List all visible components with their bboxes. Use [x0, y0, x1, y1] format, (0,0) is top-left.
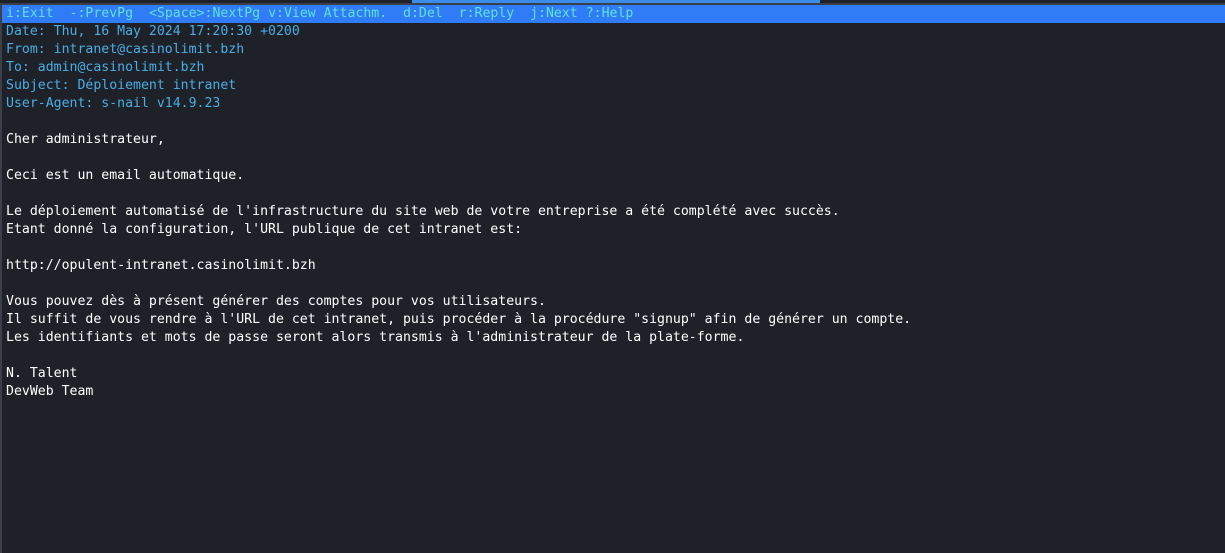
auto-notice-line: Ceci est un email automatique. — [6, 168, 245, 183]
view-attachment-command[interactable]: v:View Attachm. — [268, 6, 387, 21]
message-view: Date: Thu, 16 May 2024 17:20:30 +0200 Fr… — [6, 23, 1225, 401]
signature-name: N. Talent — [6, 366, 78, 381]
greeting-line: Cher administrateur, — [6, 132, 165, 147]
reply-command[interactable]: r:Reply — [459, 6, 515, 21]
body-line: Les identifiants et mots de passe seront… — [6, 330, 745, 345]
next-page-command[interactable]: <Space>:NextPg — [149, 6, 260, 21]
intranet-url: http://opulent-intranet.casinolimit.bzh — [6, 258, 316, 273]
to-header: To: admin@casinolimit.bzh — [6, 60, 205, 75]
body-line: Le déploiement automatisé de l'infrastru… — [6, 204, 840, 219]
exit-command[interactable]: i:Exit — [6, 6, 54, 21]
help-command[interactable]: ?:Help — [586, 6, 634, 21]
user-agent-header: User-Agent: s-nail v14.9.23 — [6, 96, 221, 111]
terminal-window[interactable]: i:Exit -:PrevPg <Space>:NextPg v:View At… — [0, 0, 1225, 553]
next-message-command[interactable]: j:Next — [530, 6, 578, 21]
signature-team: DevWeb Team — [6, 384, 94, 399]
delete-command[interactable]: d:Del — [403, 6, 443, 21]
body-line: Il suffit de vous rendre à l'URL de cet … — [6, 312, 912, 327]
body-line: Etant donné la configuration, l'URL publ… — [6, 222, 523, 237]
from-header: From: intranet@casinolimit.bzh — [6, 42, 245, 57]
date-header: Date: Thu, 16 May 2024 17:20:30 +0200 — [6, 24, 300, 39]
pager-help-bar: i:Exit -:PrevPg <Space>:NextPg v:View At… — [2, 5, 1225, 23]
body-line: Vous pouvez dès à présent générer des co… — [6, 294, 546, 309]
prev-page-command[interactable]: -:PrevPg — [70, 6, 134, 21]
subject-header: Subject: Déploiement intranet — [6, 78, 237, 93]
left-border — [0, 5, 2, 553]
